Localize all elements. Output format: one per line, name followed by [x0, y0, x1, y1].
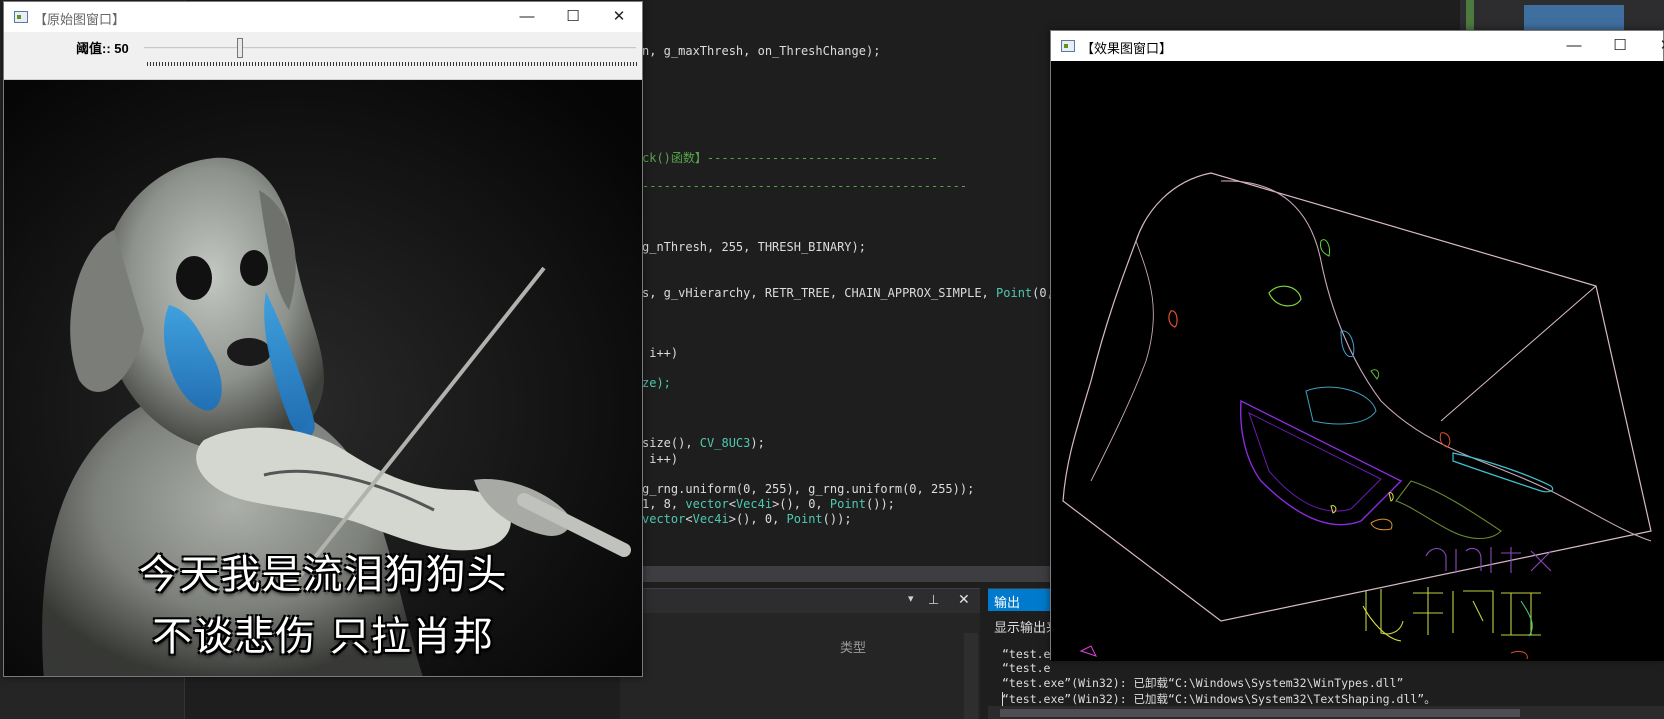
- pin-icon[interactable]: ⊥: [928, 592, 939, 608]
- hull-diagonal: [1440, 285, 1597, 422]
- effect-image-window: 【效果图窗口】 — ☐ ✕: [1050, 30, 1664, 661]
- code-token: ----------------------------------------…: [642, 179, 968, 193]
- green-contour: [1268, 285, 1302, 307]
- code-horizontal-scrollbar[interactable]: [640, 566, 1050, 582]
- code-token: size(),: [642, 436, 700, 450]
- close-button[interactable]: ✕: [596, 2, 642, 32]
- code-line: n, g_maxThresh, on_ThreshChange);: [642, 44, 880, 58]
- original-image: 今天我是流泪狗狗头 不谈悲伤 只拉肖邦: [4, 80, 642, 676]
- inner-contour: [1220, 180, 1652, 542]
- code-token: Point: [786, 512, 823, 526]
- threshold-trackbar: 阈值:: 50: [4, 32, 642, 80]
- maximize-button[interactable]: ☐: [1597, 31, 1643, 61]
- code-token: g_nThresh, 255, THRESH_BINARY);: [642, 240, 866, 254]
- code-editor[interactable]: n, g_maxThresh, on_ThreshChange); ck()函数】…: [600, 30, 1068, 570]
- tab-output[interactable]: 输出: [988, 589, 1058, 611]
- contour-drawing: [1062, 172, 1652, 660]
- output-line: “test.exe”(Win32): 已卸载“C:\Windows\System…: [1002, 676, 1404, 690]
- minimize-button[interactable]: —: [504, 2, 550, 32]
- red-contour: [1168, 310, 1178, 328]
- scrollbar-thumb[interactable]: [1000, 709, 1520, 717]
- output-line: “test.e: [1002, 661, 1051, 675]
- original-window-titlebar[interactable]: 【原始图窗口】 — ☐ ✕: [4, 2, 642, 32]
- trackbar-ticks: [147, 62, 637, 66]
- ide-document-tab[interactable]: [1524, 5, 1624, 30]
- cyan-contour: [1452, 452, 1554, 493]
- output-caret: [1002, 692, 1003, 706]
- code-token: ());: [866, 497, 895, 511]
- code-token: 1, 8,: [642, 497, 686, 511]
- code-line: ck()函数】--------------------------------: [642, 149, 938, 166]
- code-token: Point: [996, 286, 1033, 300]
- code-token: vector: [685, 497, 729, 511]
- yellow-contour: [1388, 492, 1394, 502]
- code-line: ----------------------------------------…: [642, 179, 967, 193]
- code-token: >(), 0,: [772, 497, 830, 511]
- app-window-icon: [14, 11, 28, 23]
- chevron-down-icon[interactable]: ▾: [908, 592, 914, 605]
- code-line: size(), CV_8UC3);: [642, 436, 765, 450]
- code-token: Point: [829, 497, 866, 511]
- code-token: ze);: [642, 376, 671, 390]
- code-token: CV_8UC3: [699, 436, 751, 450]
- contour-result-image: [1051, 61, 1664, 661]
- error-list-header: ▾ ⊥ ✕: [620, 589, 980, 613]
- code-token: >(), 0,: [728, 512, 787, 526]
- code-token: n, g_maxThresh, on_ThreshChange);: [642, 44, 881, 58]
- code-token: Vec4i: [735, 497, 773, 511]
- original-image-window: 【原始图窗口】 — ☐ ✕ 阈值:: 50 今天我是流泪狗狗头 不谈悲伤 只拉肖…: [3, 1, 643, 677]
- code-token: i++): [642, 346, 679, 360]
- close-icon[interactable]: ✕: [958, 591, 970, 608]
- code-token: <: [728, 497, 736, 511]
- trackbar-thumb[interactable]: [237, 38, 244, 58]
- code-line: g_nThresh, 255, THRESH_BINARY);: [642, 240, 866, 254]
- trackbar-track[interactable]: [144, 47, 636, 49]
- minimize-button[interactable]: —: [1551, 31, 1597, 61]
- window-title: 【效果图窗口】: [1081, 41, 1173, 56]
- code-token: g_rng.uniform(0, 255), g_rng.uniform(0, …: [642, 482, 975, 496]
- code-line: i++): [642, 452, 678, 466]
- code-line: 1, 8, vector<Vec4i>(), 0, Point());: [642, 497, 895, 511]
- code-line: i++): [642, 346, 678, 360]
- close-button[interactable]: ✕: [1643, 31, 1664, 61]
- output-line: “test.e: [1002, 647, 1051, 661]
- ide-toolbar-indicator: [1466, 0, 1474, 30]
- app-window-icon: [1061, 40, 1075, 52]
- code-token: ());: [822, 512, 852, 526]
- effect-window-titlebar[interactable]: 【效果图窗口】 — ☐ ✕: [1051, 31, 1664, 61]
- code-token: Vec4i: [692, 512, 729, 526]
- meme-caption-line-2: 不谈悲伤 只拉肖邦: [152, 614, 494, 660]
- code-token: vector: [642, 512, 686, 526]
- trackbar-label: 阈值:: 50: [76, 41, 129, 56]
- code-token: );: [750, 436, 765, 450]
- maximize-button[interactable]: ☐: [550, 2, 596, 32]
- window-title: 【原始图窗口】: [34, 12, 126, 27]
- code-line: s, g_vHierarchy, RETR_TREE, CHAIN_APPROX…: [642, 286, 1068, 300]
- error-list-scrollbar[interactable]: [964, 633, 978, 719]
- outer-contour: [1062, 172, 1652, 622]
- column-header-type[interactable]: 类型: [840, 637, 866, 656]
- code-token: s, g_vHierarchy, RETR_TREE, CHAIN_APPROX…: [642, 286, 997, 300]
- meme-caption-line-1: 今天我是流泪狗狗头: [138, 552, 508, 598]
- error-list-panel: ▾ ⊥ ✕ 类型: [620, 588, 980, 719]
- caption-contours: [1362, 547, 1552, 642]
- code-token: ck()函数】--------------------------------: [642, 151, 939, 165]
- code-token: <: [685, 512, 693, 526]
- code-line: ze);: [642, 376, 671, 390]
- purple-contour: [1239, 399, 1403, 526]
- output-horizontal-scrollbar[interactable]: [988, 706, 1664, 719]
- code-token: i++): [642, 452, 679, 466]
- code-line: vector<Vec4i>(), 0, Point());: [642, 512, 852, 526]
- code-line: g_rng.uniform(0, 255), g_rng.uniform(0, …: [642, 482, 974, 496]
- output-line: “test.exe”(Win32): 已加载“C:\Windows\System…: [1002, 692, 1436, 706]
